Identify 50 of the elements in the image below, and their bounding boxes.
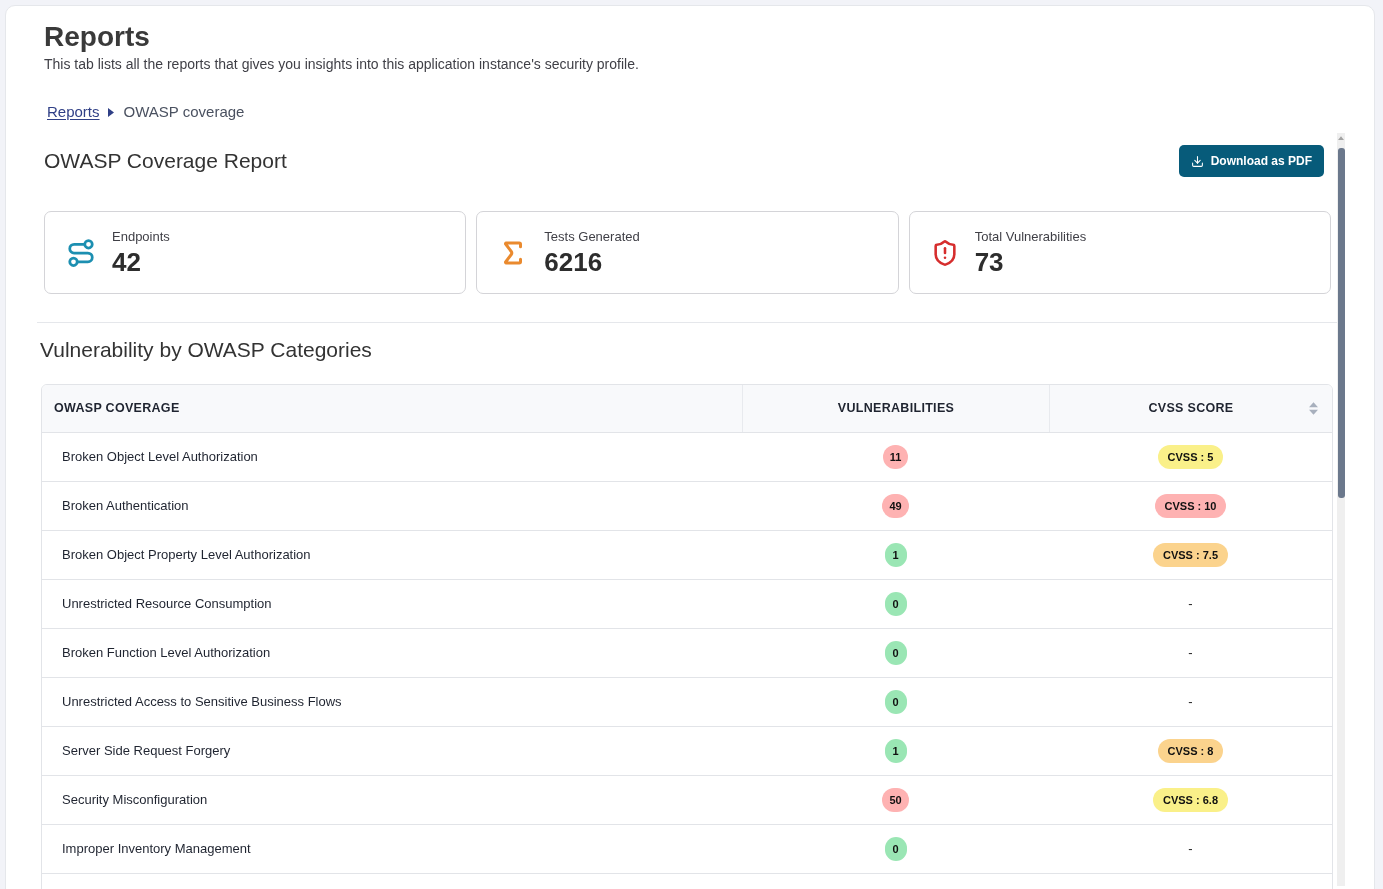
- vulnerability-count-badge: 11: [882, 445, 909, 469]
- vulnerability-count-badge: 50: [882, 788, 909, 812]
- stat-value: 6216: [544, 246, 604, 277]
- breadcrumb-link[interactable]: Reports: [47, 100, 100, 124]
- page-subtitle: This tab lists all the reports that gives you insights into this application instance's security profile.: [44, 55, 640, 74]
- breadcrumb-current: OWASP coverage: [123, 101, 245, 122]
- category-cell-text: Broken Object Property Level Authorization: [62, 546, 311, 565]
- empty-score-text: -: [1188, 595, 1193, 614]
- column-header-text: OWASP COVERAGE: [54, 400, 180, 418]
- scrollbar[interactable]: [1337, 133, 1345, 886]
- category-cell-text: Broken Authentication: [62, 497, 189, 516]
- page-title: Reports: [44, 21, 151, 53]
- download-icon: [1190, 154, 1204, 168]
- category-cell-text: Broken Object Level Authorization: [62, 448, 258, 467]
- stat-label: Endpoints: [112, 228, 170, 245]
- cvss-badge: CVSS : 7.5: [1153, 543, 1228, 567]
- stat-label: Total Vulnerabilities: [974, 228, 1087, 245]
- vulnerability-count-badge: 0: [884, 690, 907, 714]
- column-header-text: CVSS SCORE: [1148, 400, 1234, 418]
- stat-value: 73: [974, 246, 1005, 277]
- vulnerability-count-badge: 0: [884, 641, 907, 665]
- category-cell-text: Server Side Request Forgery: [62, 742, 231, 761]
- vulnerability-count-badge: 1: [884, 543, 907, 567]
- vulnerability-count-badge: 1: [884, 739, 907, 763]
- column-header-text: VULNERABILITIES: [837, 400, 955, 418]
- section-title: Vulnerability by OWASP Categories: [39, 337, 373, 363]
- category-cell-text: Security Misconfiguration: [62, 791, 208, 810]
- category-cell-text: Improper Inventory Management: [62, 840, 251, 859]
- empty-score-text: -: [1188, 693, 1193, 712]
- route-icon: [66, 237, 96, 268]
- cvss-badge: CVSS : 6.8: [1153, 788, 1228, 812]
- empty-score-text: -: [1188, 644, 1193, 663]
- category-cell-text: Broken Function Level Authorization: [62, 644, 271, 663]
- category-cell-text: Unrestricted Access to Sensitive Business Flows: [62, 693, 342, 712]
- cvss-badge: CVSS : 8: [1157, 739, 1224, 763]
- empty-score-text: -: [1188, 840, 1193, 859]
- vulnerability-count-badge: 0: [884, 837, 907, 861]
- category-cell-text: Unrestricted Resource Consumption: [62, 595, 272, 614]
- sort-icon[interactable]: [1309, 402, 1318, 415]
- download-pdf-button[interactable]: Download as PDF: [1178, 145, 1324, 177]
- stat-value: 42: [112, 246, 142, 277]
- vulnerability-count-badge: 49: [882, 494, 909, 518]
- cvss-badge: CVSS : 10: [1154, 494, 1227, 518]
- report-title: OWASP Coverage Report: [44, 148, 287, 174]
- scroll-up-arrow-icon[interactable]: [1338, 136, 1344, 140]
- caret-right-icon: [107, 107, 114, 117]
- scrollbar-thumb[interactable]: [1337, 148, 1345, 498]
- vulnerability-count-badge: 0: [884, 592, 907, 616]
- stat-label: Tests Generated: [544, 228, 640, 245]
- cvss-badge: CVSS : 5: [1157, 445, 1224, 469]
